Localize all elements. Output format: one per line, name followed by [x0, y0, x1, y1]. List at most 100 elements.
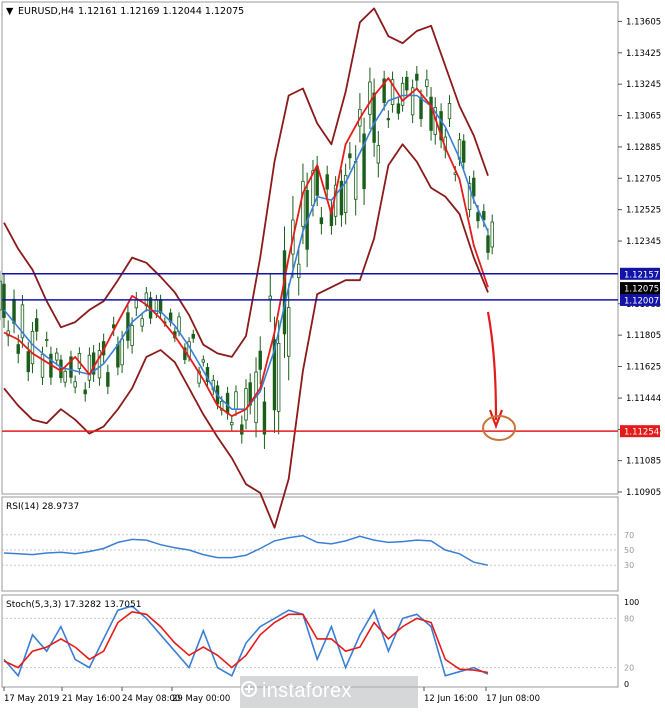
- candle-body: [396, 103, 401, 114]
- candle-body: [325, 174, 329, 190]
- candle-body: [429, 96, 433, 131]
- price-tick-label: 1.10905: [626, 488, 661, 498]
- candle-body: [476, 212, 480, 222]
- candle-body: [83, 389, 87, 395]
- price-panel: [0, 7, 618, 529]
- instaforex-logo-icon: [241, 681, 257, 697]
- candle-body: [301, 180, 305, 227]
- stoch-level-label: 80: [624, 614, 634, 623]
- candle-body: [63, 370, 67, 383]
- rsi-level-label: 30: [624, 561, 634, 570]
- price-tick-label: 1.11805: [626, 331, 661, 341]
- rsi-panel: 70 50 30: [2, 531, 634, 570]
- candle-body: [34, 318, 39, 332]
- candle-body: [386, 118, 391, 121]
- candle-body: [287, 307, 291, 357]
- candle-body: [490, 221, 494, 248]
- candle-body: [16, 344, 20, 354]
- forecast-arrow: [486, 311, 504, 430]
- candle-body: [244, 388, 248, 421]
- level-price-text: 1.12007: [624, 296, 659, 306]
- candle-body: [73, 381, 77, 388]
- current-price-text: 1.12075: [624, 285, 659, 295]
- candle-body: [447, 103, 452, 120]
- moving-average-slow: [3, 94, 489, 411]
- price-tick-label: 1.13245: [626, 80, 661, 90]
- stoch-main-line: [3, 605, 489, 678]
- rsi-level-label: 50: [624, 546, 634, 555]
- candle-body: [116, 344, 120, 368]
- ohlc-values: 1.12161 1.12169 1.12044 1.12075: [78, 6, 244, 17]
- price-tick-label: 1.13425: [626, 49, 661, 59]
- candle-body: [262, 401, 267, 435]
- candle-body: [87, 354, 92, 381]
- candle-body: [240, 424, 244, 435]
- moving-average-fast: [3, 77, 489, 418]
- chart-window: 70 50 30 100 80 20 0 1.13605 1.13425 1.13245 1.1…: [0, 0, 665, 708]
- time-tick-label: 12 Jun 16:00: [424, 694, 478, 704]
- candle-body: [45, 338, 49, 341]
- rsi-label: RSI(14) 28.9737: [6, 502, 79, 512]
- candle-body: [106, 372, 110, 387]
- time-tick-label: 21 May 16:00: [62, 694, 120, 704]
- candle-body: [400, 82, 405, 106]
- candle-body: [353, 161, 358, 200]
- candle-body: [120, 338, 124, 366]
- candle-body: [276, 342, 281, 412]
- candle-body: [55, 352, 59, 361]
- time-tick-label: 17 Jun 08:00: [486, 694, 540, 704]
- price-tick-label: 1.12525: [626, 206, 661, 216]
- price-tick-label: 1.12705: [626, 174, 661, 184]
- price-tick-label: 1.11444: [626, 394, 661, 404]
- candle-body: [26, 351, 30, 373]
- stoch-level-label: 0: [624, 680, 629, 689]
- candle-body: [462, 140, 466, 163]
- rsi-panel-frame: [1, 496, 619, 592]
- candle-body: [268, 295, 272, 300]
- price-tick-label: 1.13065: [626, 112, 661, 122]
- candle-body: [230, 422, 234, 426]
- candle-body: [140, 318, 144, 327]
- candle-body: [419, 97, 423, 120]
- candle-body: [319, 217, 324, 225]
- candle-body: [372, 92, 376, 143]
- candle-body: [297, 263, 301, 279]
- candle-body: [486, 235, 490, 253]
- stoch-level-label: 100: [624, 598, 639, 607]
- watermark-text: instaforex: [262, 680, 352, 702]
- price-tick-label: 1.12885: [626, 143, 661, 153]
- candle-body: [376, 145, 381, 164]
- candle-body: [368, 81, 372, 115]
- symbol-label: EURUSD,H4: [18, 6, 74, 17]
- price-tick-label: 1.11625: [626, 363, 661, 373]
- stoch-level-label: 20: [624, 664, 634, 673]
- candle-body: [201, 359, 205, 363]
- price-tick-label: 1.11085: [626, 457, 661, 467]
- price-tick-label: 1.12345: [626, 237, 661, 247]
- stoch-label: Stoch(5,3,3) 17.3282 13.7051: [6, 600, 141, 610]
- candle-body: [2, 283, 6, 318]
- candle-body: [425, 79, 429, 87]
- price-axis: 1.13605 1.13425 1.13245 1.13065 1.12885 1.127…: [618, 17, 661, 498]
- candle-body: [40, 353, 45, 378]
- candle-body: [405, 76, 409, 91]
- candle-body: [258, 350, 262, 370]
- level-price-text: 1.11254: [624, 428, 659, 438]
- rsi-level-label: 70: [624, 531, 634, 540]
- candle-body: [348, 153, 352, 159]
- candle-body: [415, 73, 419, 81]
- time-tick-label: 17 May 2019: [4, 694, 59, 704]
- time-tick-label: 29 May 00:00: [172, 694, 230, 704]
- candle-body: [12, 298, 16, 324]
- candle-body: [0, 280, 2, 311]
- bollinger-upper-band: [3, 7, 489, 358]
- candle-body: [134, 299, 139, 309]
- candle-body: [30, 330, 35, 365]
- candle-body: [282, 250, 287, 335]
- chart-canvas[interactable]: 705030 10080200 1.136051.134251.132451.1…: [0, 0, 665, 708]
- price-tick-label: 1.13605: [626, 17, 661, 27]
- dropdown-arrow-icon[interactable]: ▼: [6, 6, 14, 17]
- level-price-text: 1.12157: [624, 270, 659, 280]
- candle-body: [130, 325, 134, 346]
- price-panel-frame: [1, 1, 619, 495]
